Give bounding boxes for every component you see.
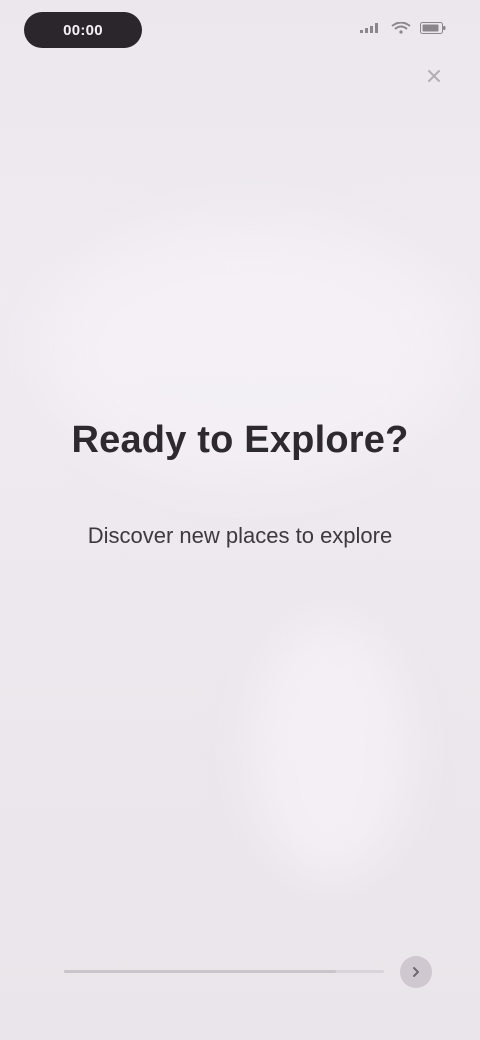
status-icons — [360, 22, 446, 34]
page-subtitle: Discover new places to explore — [87, 523, 393, 548]
close-button[interactable] — [422, 64, 446, 88]
chevron-right-icon — [413, 967, 419, 977]
welcome-content: Ready to Explore? Discover new places to… — [0, 410, 480, 552]
page-title: Ready to Explore? — [71, 419, 409, 461]
progress-fill — [64, 970, 336, 973]
wifi-icon — [391, 22, 411, 34]
signal-icon — [360, 23, 378, 33]
progress-bar — [64, 970, 384, 973]
next-button[interactable] — [400, 956, 432, 988]
close-icon — [428, 70, 440, 82]
onboarding-footer — [64, 956, 432, 988]
battery-icon — [420, 22, 446, 34]
onboarding-screen: 00:00 Ready to Explore? Discover new pla… — [0, 0, 480, 1040]
status-time: 00:00 — [24, 12, 142, 48]
background-glow — [250, 620, 410, 880]
status-bar: 00:00 — [0, 0, 480, 64]
